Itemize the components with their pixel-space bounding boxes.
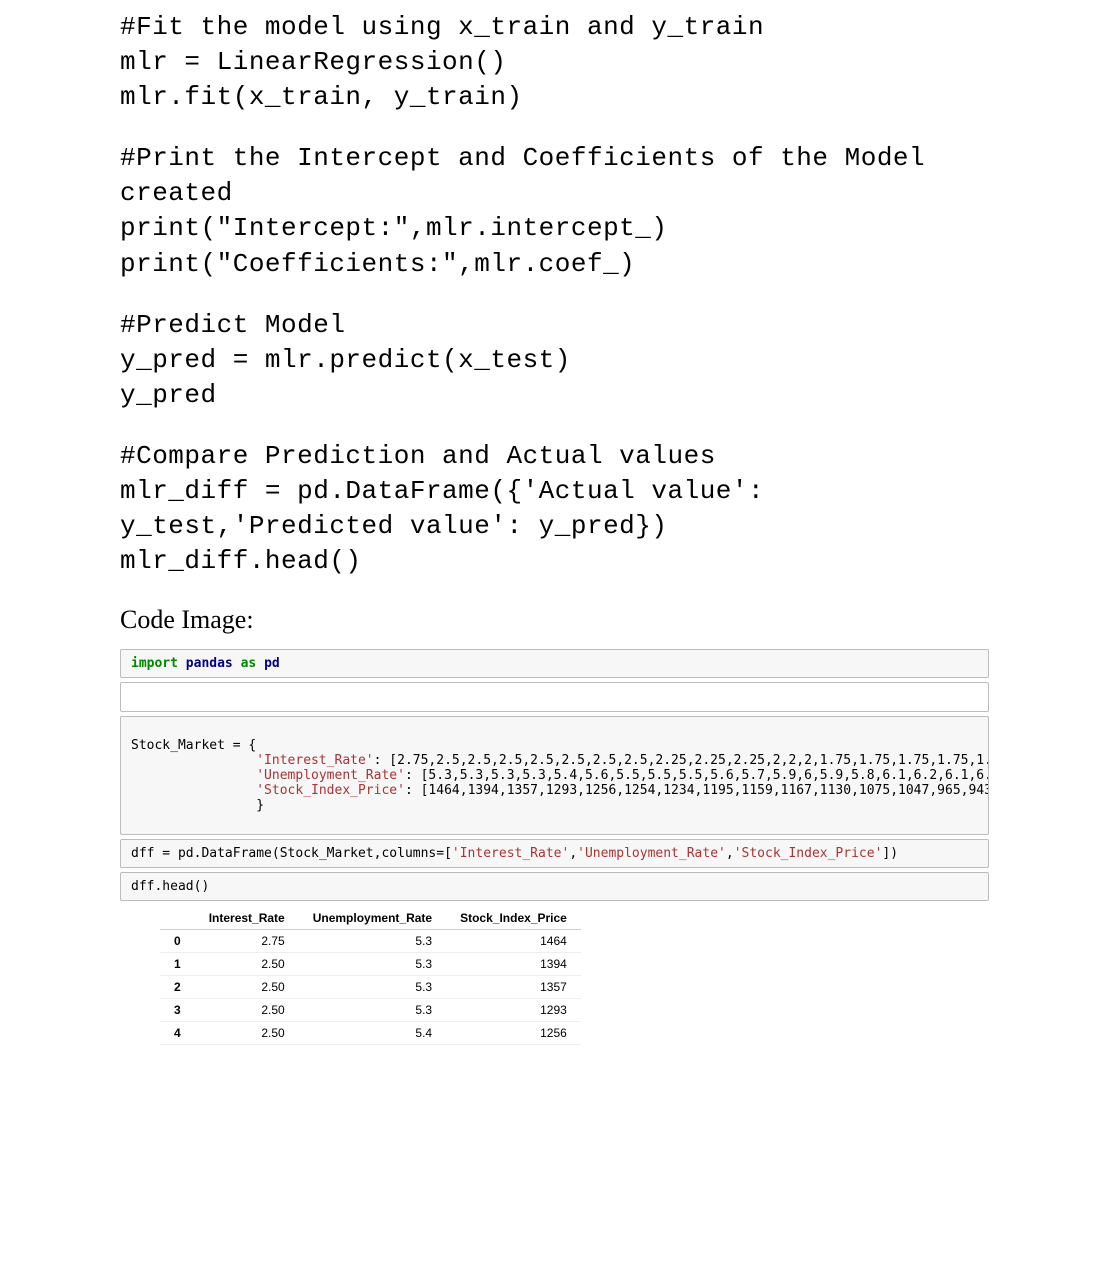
table-row: 4 2.50 5.4 1256 bbox=[160, 1022, 581, 1045]
cell-spacer bbox=[120, 682, 989, 712]
table-header-row: Interest_Rate Unemployment_Rate Stock_In… bbox=[160, 907, 581, 930]
cell-stock-market: Stock_Market = { 'Interest_Rate': [2.75,… bbox=[120, 716, 989, 835]
col-stock-index-price: Stock_Index_Price bbox=[446, 907, 581, 930]
table-row: 1 2.50 5.3 1394 bbox=[160, 953, 581, 976]
cell-head: dff.head() bbox=[120, 872, 989, 901]
code-block-fit: #Fit the model using x_train and y_train… bbox=[120, 10, 989, 115]
table-row: 2 2.50 5.3 1357 bbox=[160, 976, 581, 999]
code-image-heading: Code Image: bbox=[120, 605, 989, 635]
page: #Fit the model using x_train and y_train… bbox=[0, 0, 1109, 1085]
table-row: 3 2.50 5.3 1293 bbox=[160, 999, 581, 1022]
code-block-predict: #Predict Model y_pred = mlr.predict(x_te… bbox=[120, 308, 989, 413]
table-row: 0 2.75 5.3 1464 bbox=[160, 930, 581, 953]
code-block-compare: #Compare Prediction and Actual values ml… bbox=[120, 439, 989, 579]
output-table: Interest_Rate Unemployment_Rate Stock_In… bbox=[160, 907, 581, 1045]
col-index bbox=[160, 907, 195, 930]
col-interest-rate: Interest_Rate bbox=[195, 907, 299, 930]
code-block-print: #Print the Intercept and Coefficients of… bbox=[120, 141, 989, 281]
col-unemployment-rate: Unemployment_Rate bbox=[299, 907, 446, 930]
cell-dff: dff = pd.DataFrame(Stock_Market,columns=… bbox=[120, 839, 989, 868]
cell-import: import pandas as pd bbox=[120, 649, 989, 678]
